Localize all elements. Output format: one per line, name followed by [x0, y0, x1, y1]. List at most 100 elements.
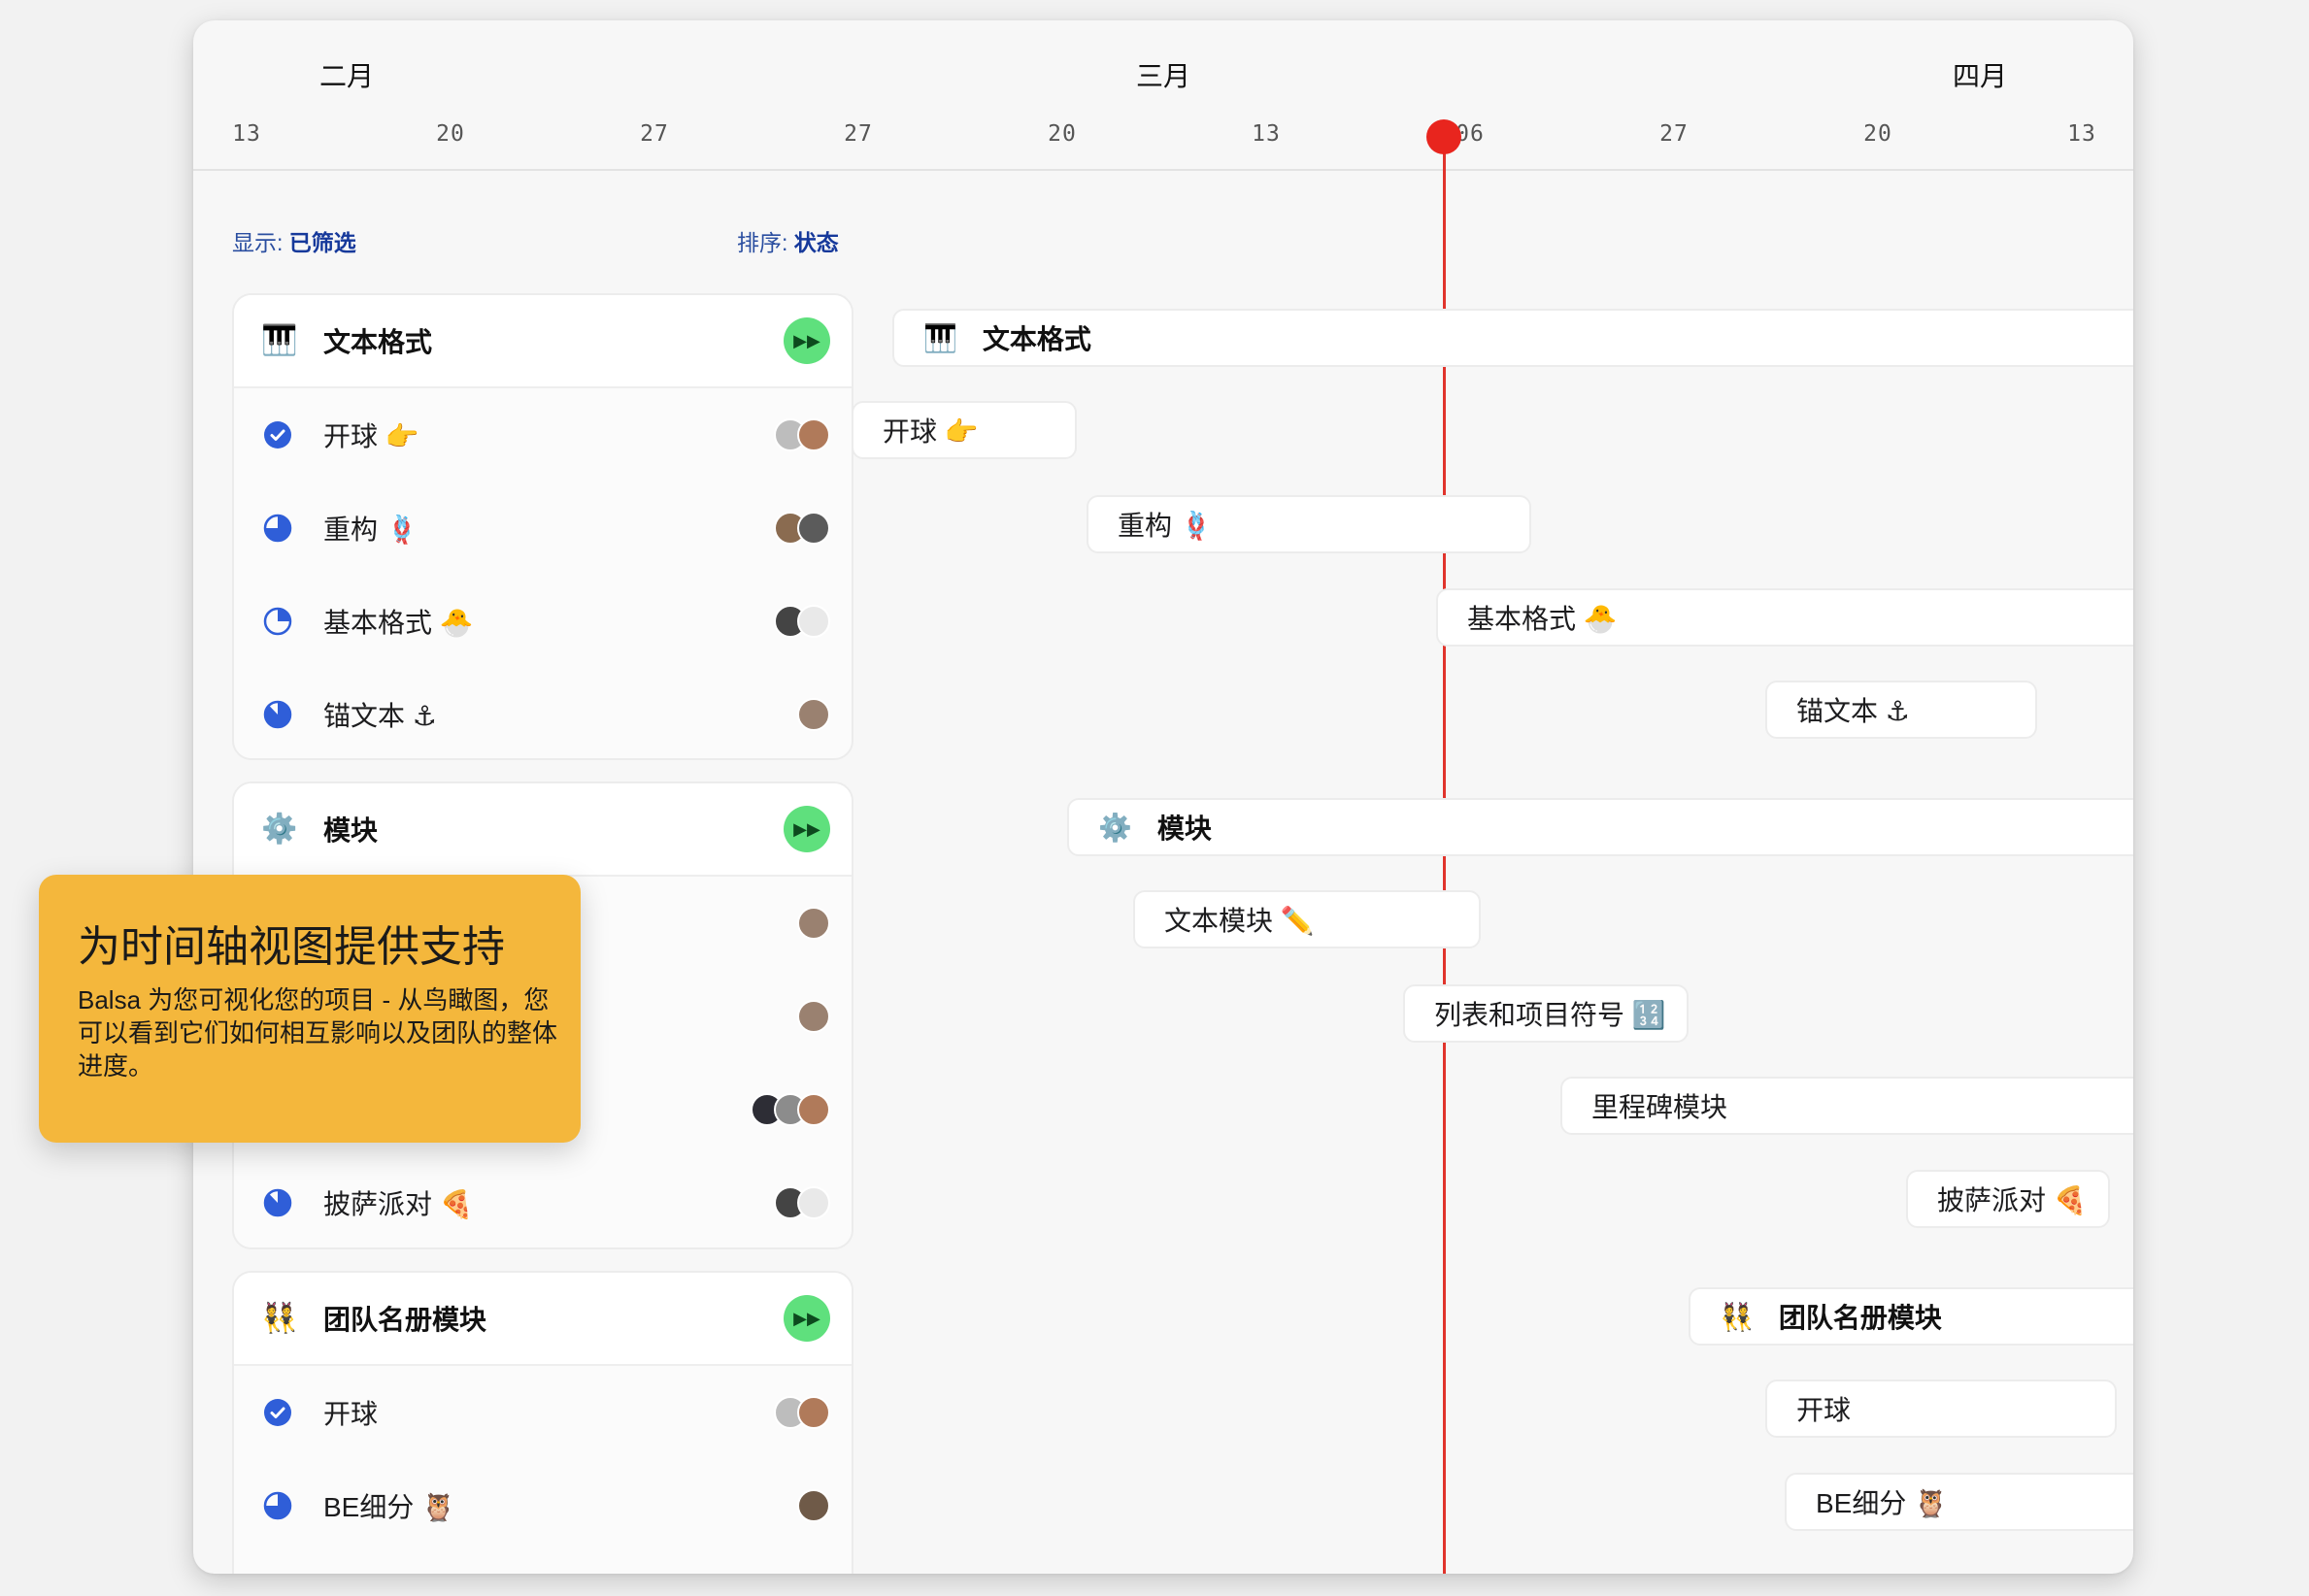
filter-value[interactable]: 已筛选 [289, 230, 356, 255]
avatar-group [774, 512, 830, 545]
bar-label: 团队名册模块 [1778, 1303, 1942, 1333]
bar-label: 文本模块 ✏️ [1164, 906, 1315, 936]
status-half-icon[interactable] [263, 1491, 292, 1520]
timeline-bar-group[interactable]: 👯 团队名册模块 [1689, 1287, 2133, 1346]
timeline-header: 二月 三月 四月 13 20 27 27 20 13 06 27 20 13 [193, 20, 2133, 171]
list-item[interactable]: 开球 👉 [234, 388, 852, 482]
avatar-group [797, 698, 830, 731]
day-tick: 20 [1048, 121, 1077, 147]
day-tick: 27 [1659, 121, 1689, 147]
day-tick: 27 [844, 121, 873, 147]
timeline-bar[interactable]: 文本模块 ✏️ [1133, 890, 1481, 948]
feature-callout: 为时间轴视图提供支持 Balsa 为您可视化您的项目 - 从鸟瞰图，您可以看到它… [39, 875, 581, 1143]
today-marker[interactable] [1426, 119, 1461, 154]
status-quarter-icon[interactable] [263, 607, 292, 636]
play-icon[interactable]: ▶▶ [784, 806, 830, 852]
avatar [797, 418, 830, 451]
bar-label: 列表和项目符号 🔢 [1434, 1000, 1666, 1030]
group-title: 模块 [323, 815, 379, 846]
piano-icon: 🎹 [261, 324, 298, 357]
timeline-bar[interactable]: 列表和项目符号 🔢 [1403, 984, 1689, 1043]
status-done-icon[interactable] [263, 1398, 292, 1427]
group-title: 文本格式 [323, 327, 433, 357]
sort-value[interactable]: 状态 [794, 230, 839, 255]
timeline-bar[interactable]: 锚文本 ⚓ [1765, 681, 2037, 739]
play-icon[interactable]: ▶▶ [784, 317, 830, 364]
play-icon[interactable]: ▶▶ [784, 1295, 830, 1342]
bar-label: 里程碑模块 [1591, 1092, 1728, 1122]
task-label: BE细分 🦉 [323, 1492, 455, 1522]
timeline-bar[interactable]: 基本格式 🐣 [1436, 588, 2133, 647]
bar-label: 文本格式 [982, 324, 1091, 354]
group-panel-team-roster: 👯 团队名册模块 ▶▶ 开球 BE细分 🦉 [232, 1271, 853, 1574]
sort-label: 排序: [737, 230, 788, 255]
bar-label: 锚文本 ⚓ [1796, 696, 1910, 726]
avatar [797, 907, 830, 940]
callout-title: 为时间轴视图提供支持 [78, 923, 505, 971]
day-tick: 20 [1863, 121, 1892, 147]
timeline-window: 二月 三月 四月 13 20 27 27 20 13 06 27 20 13 显… [193, 20, 2133, 1574]
group-header[interactable]: 🎹 文本格式 ▶▶ [234, 295, 852, 388]
timeline-bar[interactable]: 开球 👉 [852, 401, 1077, 459]
avatar-group [751, 1093, 830, 1126]
dancers-icon: 👯 [1720, 1301, 1754, 1332]
avatar [797, 605, 830, 638]
callout-body: Balsa 为您可视化您的项目 - 从鸟瞰图，您可以看到它们如何相互影响以及团队… [78, 985, 558, 1081]
timeline-bar-group[interactable]: 🎹 文本格式 [892, 309, 2133, 367]
task-label: 披萨派对 🍕 [323, 1189, 474, 1219]
timeline-bar[interactable]: 披萨派对 🍕 [1906, 1170, 2110, 1228]
task-label: 开球 👉 [323, 421, 419, 451]
month-label: 二月 [318, 61, 375, 91]
dancers-icon: 👯 [261, 1302, 298, 1335]
timeline-bar[interactable]: 开球 [1765, 1380, 2117, 1438]
bar-label: 披萨派对 🍕 [1937, 1185, 2088, 1215]
list-item[interactable]: 披萨派对 🍕 [234, 1156, 852, 1247]
gear-icon: ⚙️ [1098, 812, 1132, 843]
avatar [797, 1489, 830, 1522]
list-item[interactable]: BE细分 🦉 [234, 1459, 852, 1552]
group-header[interactable]: ⚙️ 模块 ▶▶ [234, 783, 852, 877]
bar-label: 开球 [1796, 1395, 1852, 1425]
avatar-group [774, 1396, 830, 1429]
timeline-bar[interactable]: 里程碑模块 [1560, 1077, 2133, 1135]
avatar-group [774, 1186, 830, 1219]
bar-label: BE细分 🦉 [1816, 1488, 1948, 1518]
avatar-group [797, 907, 830, 940]
bar-label: 重构 🪢 [1118, 511, 1214, 541]
month-label: 四月 [1952, 61, 2008, 91]
group-header[interactable]: 👯 团队名册模块 ▶▶ [234, 1273, 852, 1366]
avatar [797, 1000, 830, 1033]
status-half-icon[interactable] [263, 514, 292, 543]
status-most-icon[interactable] [263, 1188, 292, 1217]
avatar [797, 1396, 830, 1429]
avatar [797, 512, 830, 545]
sort-control[interactable]: 排序: 状态 [737, 224, 839, 257]
avatar [797, 698, 830, 731]
group-panel-text-format: 🎹 文本格式 ▶▶ 开球 👉 重构 🪢 基本格式 🐣 锚文本 ⚓ [232, 293, 853, 760]
day-tick: 27 [640, 121, 669, 147]
status-done-icon[interactable] [263, 420, 292, 449]
avatar-group [774, 418, 830, 451]
list-item[interactable]: 锚文本 ⚓ [234, 668, 852, 758]
day-tick: 13 [1252, 121, 1281, 147]
timeline-bar-group[interactable]: ⚙️ 模块 [1067, 798, 2133, 856]
avatar-group [797, 1489, 830, 1522]
timeline-bar[interactable]: BE细分 🦉 [1785, 1473, 2133, 1531]
piano-icon: 🎹 [923, 322, 957, 353]
avatar-group [774, 605, 830, 638]
group-title: 团队名册模块 [323, 1305, 487, 1335]
filter-label: 显示: [232, 230, 284, 255]
task-label: 开球 [323, 1399, 379, 1429]
day-tick: 13 [2067, 121, 2096, 147]
list-item[interactable]: 重构 🪢 [234, 482, 852, 575]
bar-label: 模块 [1156, 814, 1212, 844]
timeline-bar[interactable]: 重构 🪢 [1087, 495, 1531, 553]
status-most-icon[interactable] [263, 700, 292, 729]
gear-icon: ⚙️ [261, 813, 298, 846]
bar-label: 基本格式 🐣 [1467, 604, 1618, 634]
filter-control[interactable]: 显示: 已筛选 [232, 224, 356, 257]
list-item[interactable]: 基本格式 🐣 [234, 575, 852, 668]
list-item[interactable]: 开球 [234, 1366, 852, 1459]
month-label: 三月 [1135, 61, 1191, 91]
avatar [797, 1093, 830, 1126]
